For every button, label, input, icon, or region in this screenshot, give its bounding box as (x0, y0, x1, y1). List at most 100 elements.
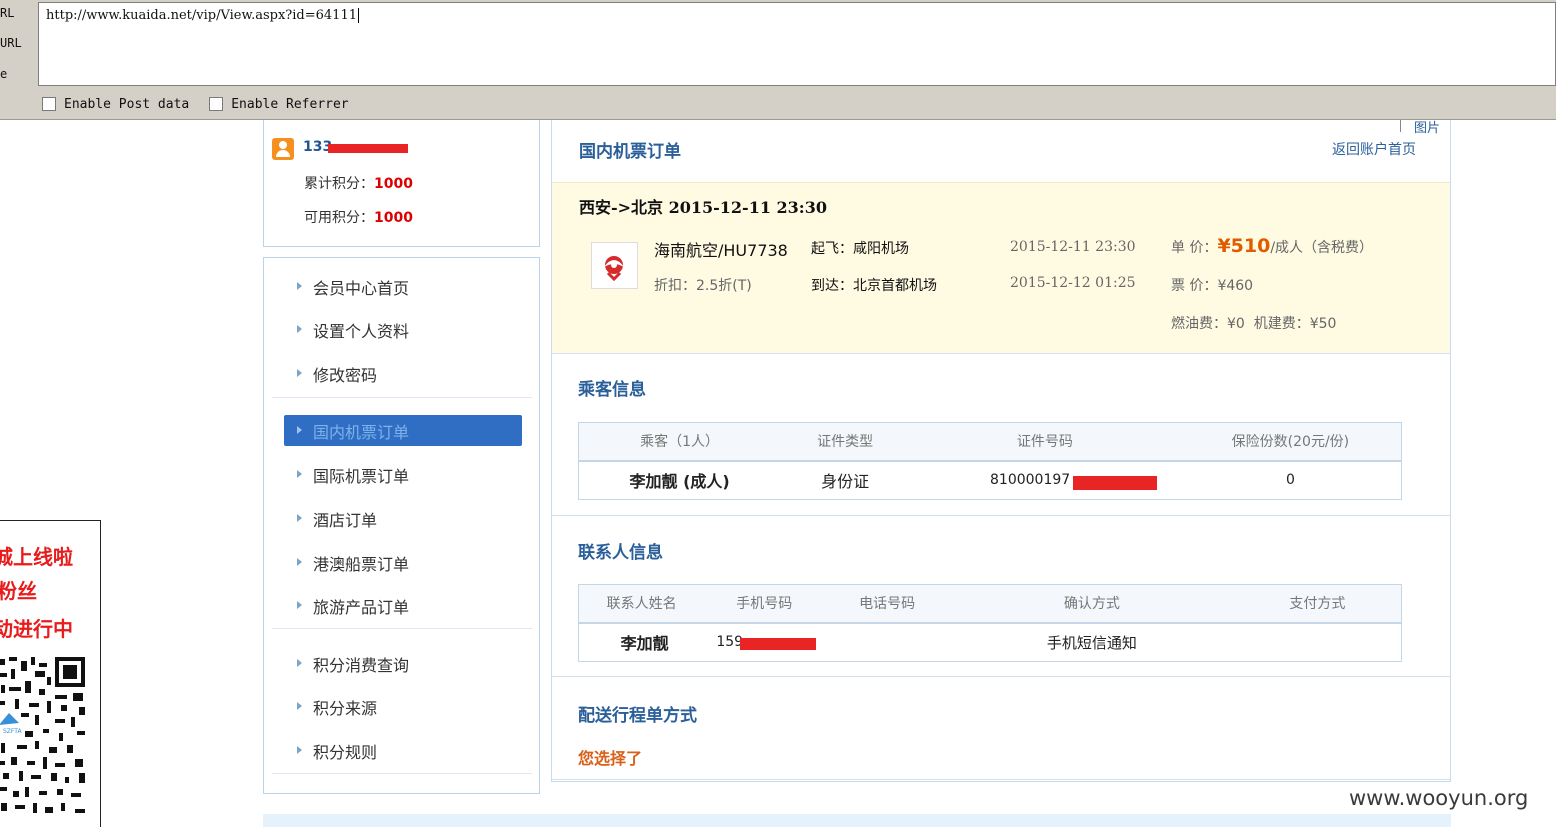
enable-post-data-option[interactable]: Enable Post data (42, 97, 189, 112)
arrow-right-icon (297, 659, 302, 667)
fuel-airport-fees: 燃油费：¥0 机建费：¥50 (1171, 316, 1337, 332)
page-title: 国内机票订单 (579, 142, 681, 162)
airline-flight-number: 海南航空/HU7738 (654, 241, 788, 260)
confirm-method: 手机短信通知 (1046, 633, 1137, 652)
svg-text:SZFTA: SZFTA (3, 728, 22, 735)
ticket-price: 票 价：¥460 (1171, 278, 1254, 294)
section-divider (552, 515, 1450, 516)
nav-change-password[interactable]: 修改密码 (284, 358, 522, 389)
nav-member-home[interactable]: 会员中心首页 (284, 271, 522, 302)
col-confirm-method: 确认方式 (950, 584, 1234, 624)
contact-table-header: 联系人姓名 手机号码 电话号码 确认方式 支付方式 (578, 584, 1402, 624)
id-number: 810000197 (910, 461, 1180, 500)
available-points-value: 1000 (374, 210, 413, 226)
arrow-right-icon (297, 514, 302, 522)
departure-time: 2015-12-11 23:30 (1010, 239, 1136, 255)
delivery-method-title: 配送行程单方式 (578, 706, 697, 726)
nav-ferry-orders[interactable]: 港澳船票订单 (284, 547, 522, 578)
passenger-table: 乘客（1人） 证件类型 证件号码 保险份数(20元/份) 李加靓 (成人) 身份… (578, 422, 1402, 500)
unit-price: 单 价：¥510/成人（含税费） (1171, 235, 1374, 257)
ad-line-1: 城上线啦 (0, 545, 73, 569)
insurance-count: 0 (1285, 472, 1295, 489)
col-insurance: 保险份数(20元/份) (1179, 422, 1402, 462)
ad-line-3: 动进行中 (0, 617, 73, 641)
contact-mobile: 159 (704, 623, 824, 662)
member-sidebar-nav: 会员中心首页 设置个人资料 修改密码 国内机票订单 国际机票订单 酒店订单 港澳… (263, 257, 540, 794)
back-to-account-link[interactable]: 返回账户首页 (1332, 139, 1416, 159)
arrow-right-icon (297, 369, 302, 377)
flight-summary: 西安->北京 2015-12-11 23:30 海南航空/HU7738 折扣：2… (552, 182, 1450, 354)
watermark: www.wooyun.org (1349, 786, 1529, 810)
url-textarea[interactable]: http://www.kuaida.net/vip/View.aspx?id=6… (38, 2, 1556, 86)
split-url-label[interactable]: URL (0, 36, 22, 50)
passenger-info-title: 乘客信息 (578, 380, 646, 400)
arrow-right-icon (297, 282, 302, 290)
nav-international-flight-orders[interactable]: 国际机票订单 (284, 459, 522, 490)
arrow-right-icon (297, 601, 302, 609)
passenger-name: 李加靓 (成人) (629, 472, 730, 492)
enable-post-data-label: Enable Post data (64, 96, 190, 112)
airline-logo (591, 242, 638, 289)
passenger-table-header: 乘客（1人） 证件类型 证件号码 保险份数(20元/份) (578, 422, 1402, 462)
col-phone: 电话号码 (824, 584, 951, 624)
arrow-right-icon (297, 558, 302, 566)
arrow-right-icon (297, 426, 302, 434)
delivery-choice: 您选择了 (578, 749, 643, 768)
arrow-right-icon (297, 470, 302, 478)
available-points: 可用积分：1000 (304, 210, 413, 226)
col-id-number: 证件号码 (910, 422, 1180, 462)
discount-info: 折扣：2.5折(T) (654, 278, 752, 294)
nav-profile-settings[interactable]: 设置个人资料 (284, 314, 522, 345)
route-heading: 西安->北京 2015-12-11 23:30 (579, 198, 827, 217)
col-contact-name: 联系人姓名 (578, 584, 705, 624)
hainan-airlines-logo-icon (604, 256, 624, 282)
side-advertisement[interactable]: 城上线啦 粉丝 动进行中 SZFTA (0, 520, 101, 827)
section-divider (552, 676, 1450, 677)
total-points-value: 1000 (374, 176, 413, 192)
id-number-redaction (1073, 475, 1157, 490)
contact-phone (824, 623, 950, 662)
footer-strip (263, 814, 1451, 827)
arrival-airport: 到达：北京首都机场 (811, 278, 937, 294)
nav-travel-product-orders[interactable]: 旅游产品订单 (284, 590, 522, 621)
hackbar-side-labels: RL URL e (0, 0, 38, 88)
enable-referrer-checkbox[interactable] (209, 97, 224, 111)
nav-domestic-flight-orders[interactable]: 国内机票订单 (284, 415, 522, 446)
execute-label[interactable]: e (0, 67, 7, 81)
mobile-redaction (740, 637, 817, 650)
ad-line-2: 粉丝 (0, 579, 37, 603)
col-mobile: 手机号码 (704, 584, 825, 624)
load-url-label[interactable]: RL (0, 6, 14, 20)
table-row: 李加靓 159 手机短信通知 (579, 623, 1402, 662)
nav-divider (272, 773, 532, 774)
nav-points-rules[interactable]: 积分规则 (284, 735, 522, 766)
enable-post-data-checkbox[interactable] (42, 97, 56, 111)
contact-table: 联系人姓名 手机号码 电话号码 确认方式 支付方式 李加靓 159 手机短信通知 (578, 584, 1402, 662)
hackbar-panel: RL URL e http://www.kuaida.net/vip/View.… (0, 0, 1556, 120)
corner-image-link[interactable]: 图片 (1414, 117, 1440, 136)
contact-info-title: 联系人信息 (578, 543, 663, 563)
enable-referrer-label: Enable Referrer (231, 96, 349, 112)
enable-referrer-option[interactable]: Enable Referrer (209, 96, 349, 112)
col-id-type: 证件类型 (780, 422, 910, 462)
total-points: 累计积分：1000 (304, 176, 413, 192)
user-avatar-icon (272, 138, 294, 160)
username-redaction (328, 144, 408, 153)
id-type: 身份证 (821, 472, 870, 492)
arrival-time: 2015-12-12 01:25 (1010, 275, 1136, 291)
table-row: 李加靓 (成人) 身份证 810000197 0 (579, 461, 1402, 500)
nav-points-query[interactable]: 积分消费查询 (284, 648, 522, 679)
payment-method (1234, 623, 1402, 662)
arrow-right-icon (297, 746, 302, 754)
nav-divider (272, 397, 532, 398)
nav-points-source[interactable]: 积分来源 (284, 691, 522, 722)
unit-price-value: ¥510 (1217, 235, 1271, 257)
departure-airport: 起飞：咸阳机场 (811, 241, 909, 257)
corner-divider (1400, 120, 1401, 132)
url-text: http://www.kuaida.net/vip/View.aspx?id=6… (46, 8, 357, 23)
col-passenger: 乘客（1人） (578, 422, 781, 462)
nav-hotel-orders[interactable]: 酒店订单 (284, 503, 522, 534)
order-detail-panel: 图片 国内机票订单 返回账户首页 西安->北京 2015-12-11 23:30… (551, 120, 1451, 782)
qr-code-icon: SZFTA (0, 653, 91, 823)
section-divider (552, 779, 1450, 780)
